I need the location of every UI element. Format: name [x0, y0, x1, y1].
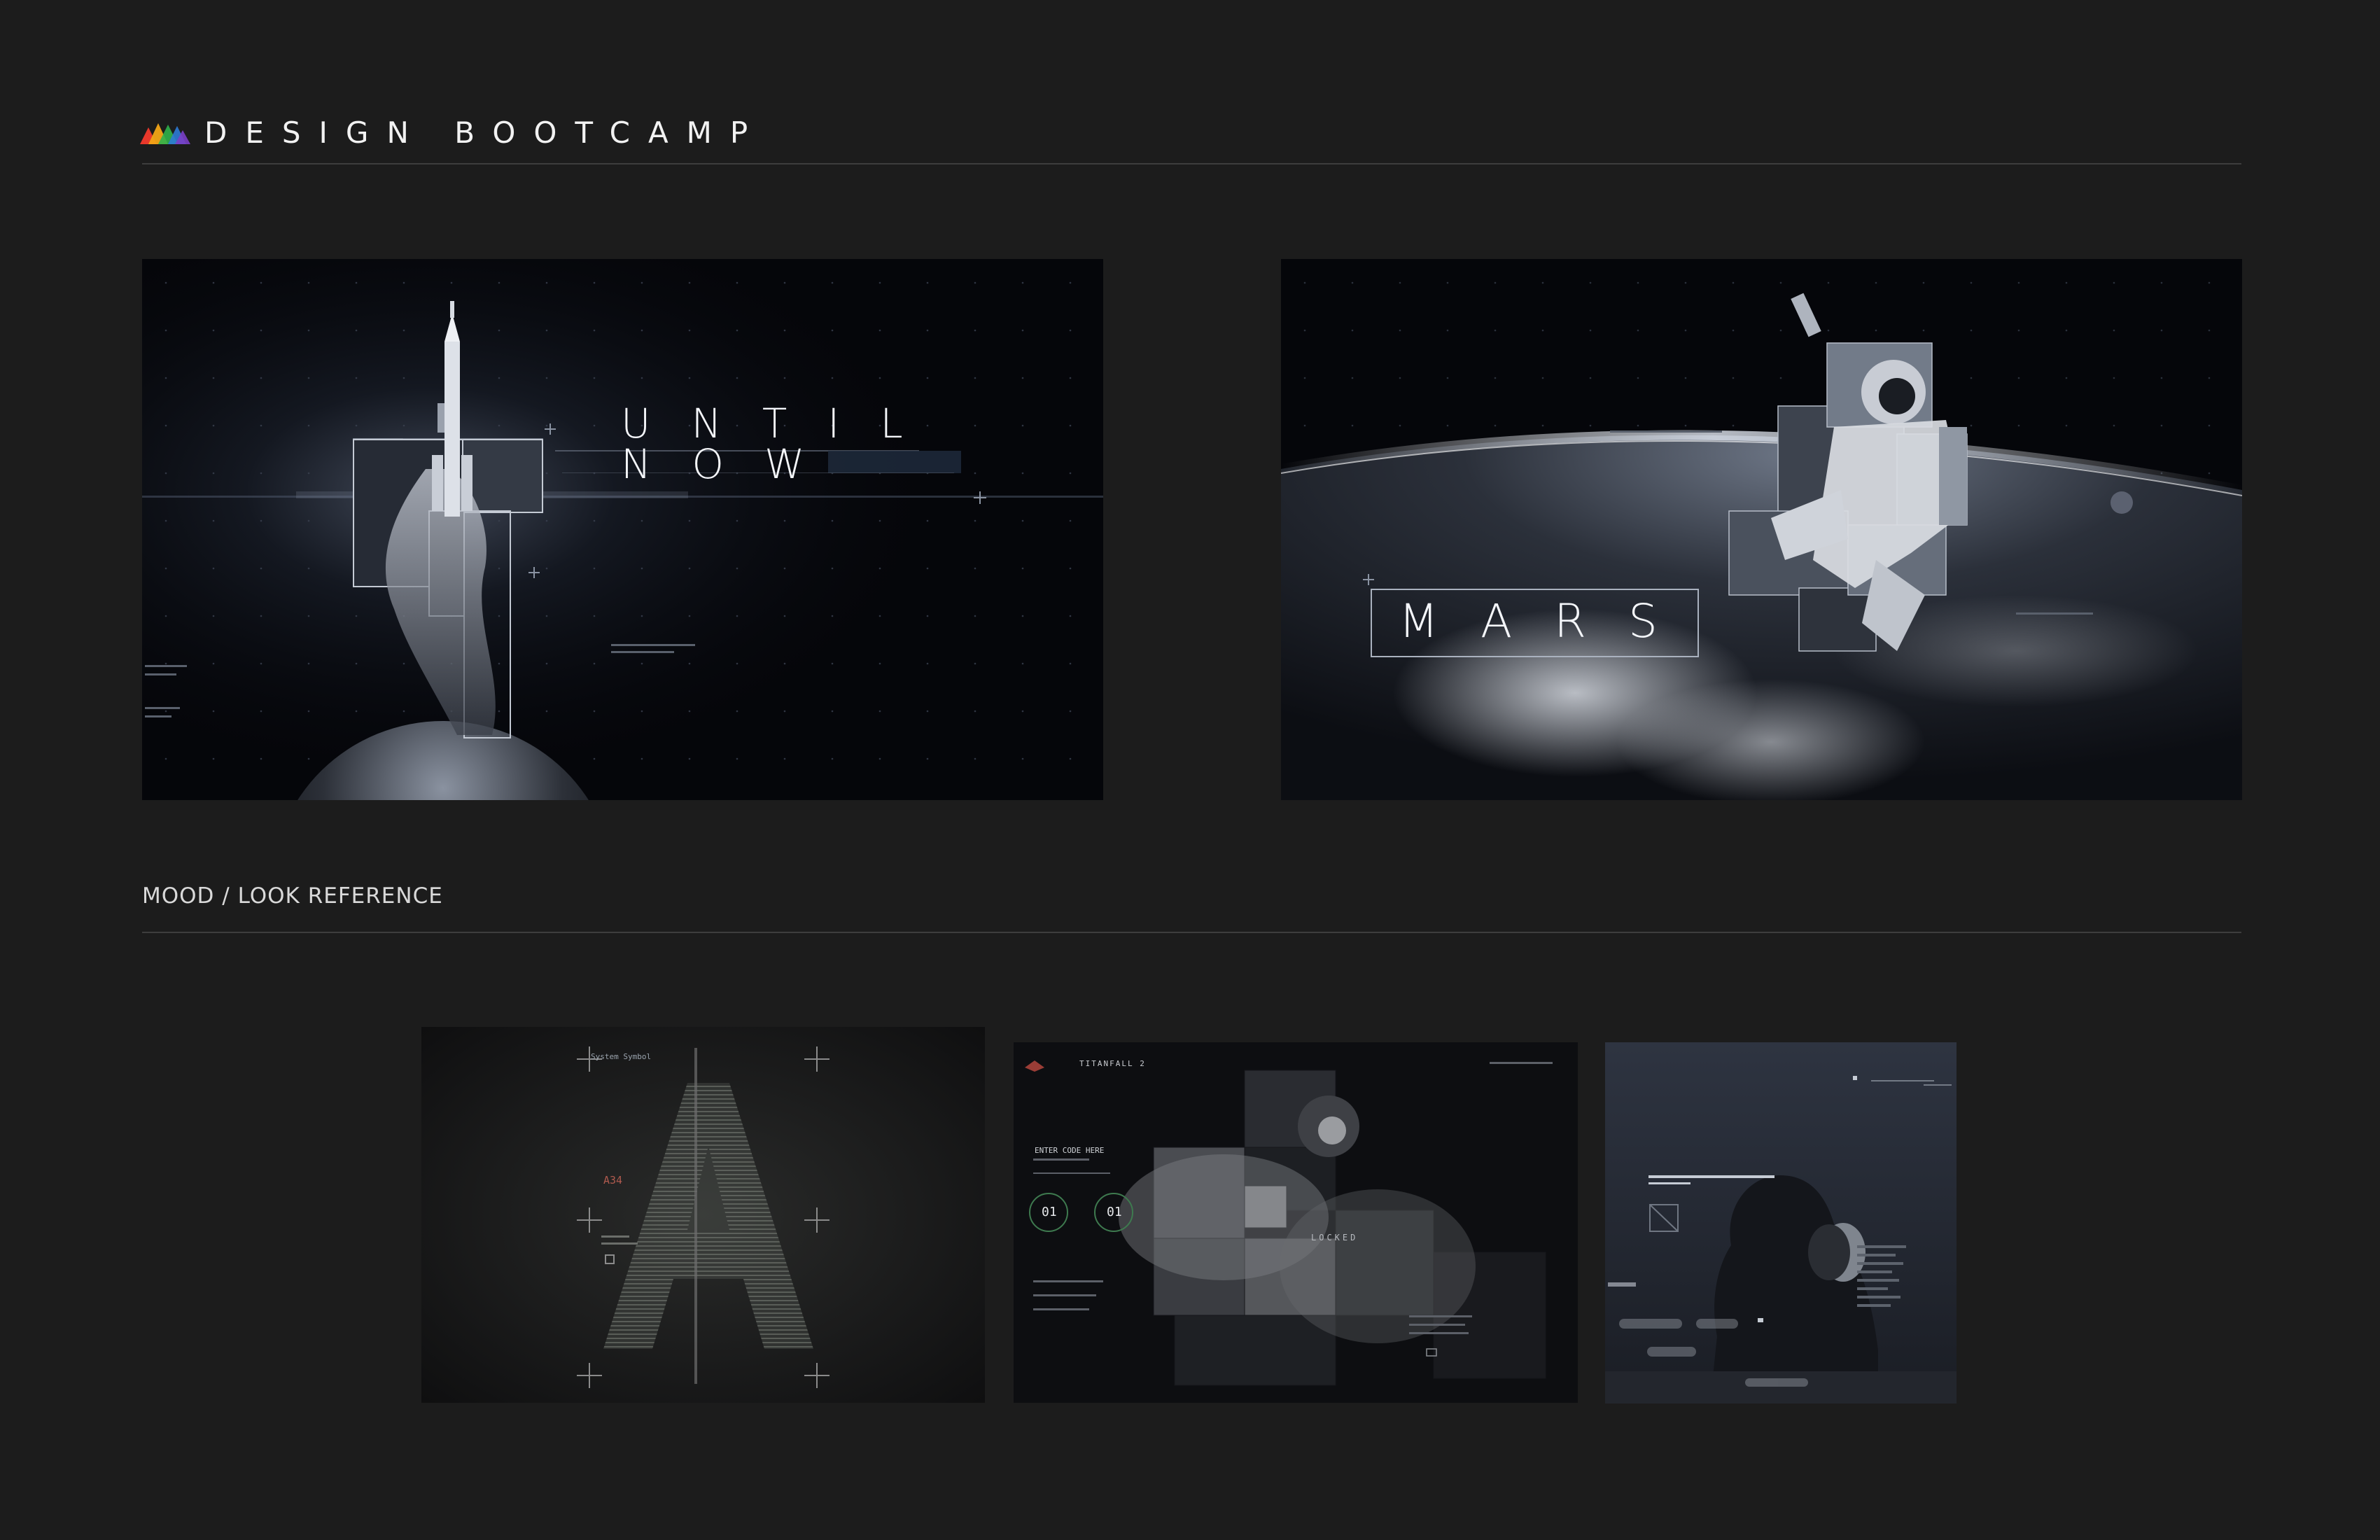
mood-thumb-titanfall: TITANFALL 2 ENTER CODE HERE 01 01 LOCKED	[1014, 1042, 1578, 1403]
mood-divider	[142, 932, 2241, 933]
hero-mars-art	[1281, 259, 2242, 800]
brand-logo-icon	[140, 123, 190, 144]
header-divider	[142, 163, 2241, 164]
mood-thumb-glitch-a-art	[421, 1027, 985, 1403]
mood-thumb-portrait	[1605, 1042, 1956, 1404]
hero-word-mars: MARS	[1399, 594, 1700, 648]
mood-thumb-glitch-a: A34 System Symbol	[421, 1027, 985, 1403]
mood-thumb-titanfall-art	[1014, 1042, 1578, 1403]
titanfall-counter-2: 01	[1107, 1205, 1122, 1219]
brand-title: DESIGN BOOTCAMP	[204, 115, 766, 150]
hero-until-now: UNTIL NOW	[142, 259, 1103, 800]
titanfall-prompt: ENTER CODE HERE	[1035, 1146, 1105, 1155]
glitch-label-a34: A34	[603, 1174, 623, 1186]
section-title-mood: MOOD / LOOK REFERENCE	[142, 883, 443, 909]
hero-until-now-art	[142, 259, 1103, 800]
hero-word-now: NOW	[621, 440, 846, 488]
glitch-label-system: System Symbol	[591, 1052, 652, 1061]
titanfall-counter-1: 01	[1042, 1205, 1057, 1219]
titanfall-brand: TITANFALL 2	[1079, 1059, 1146, 1068]
mood-thumb-portrait-art	[1605, 1042, 1956, 1404]
hero-mars: MARS	[1281, 259, 2242, 800]
hero-word-until: UNTIL	[621, 400, 944, 447]
titanfall-status: LOCKED	[1311, 1233, 1359, 1242]
